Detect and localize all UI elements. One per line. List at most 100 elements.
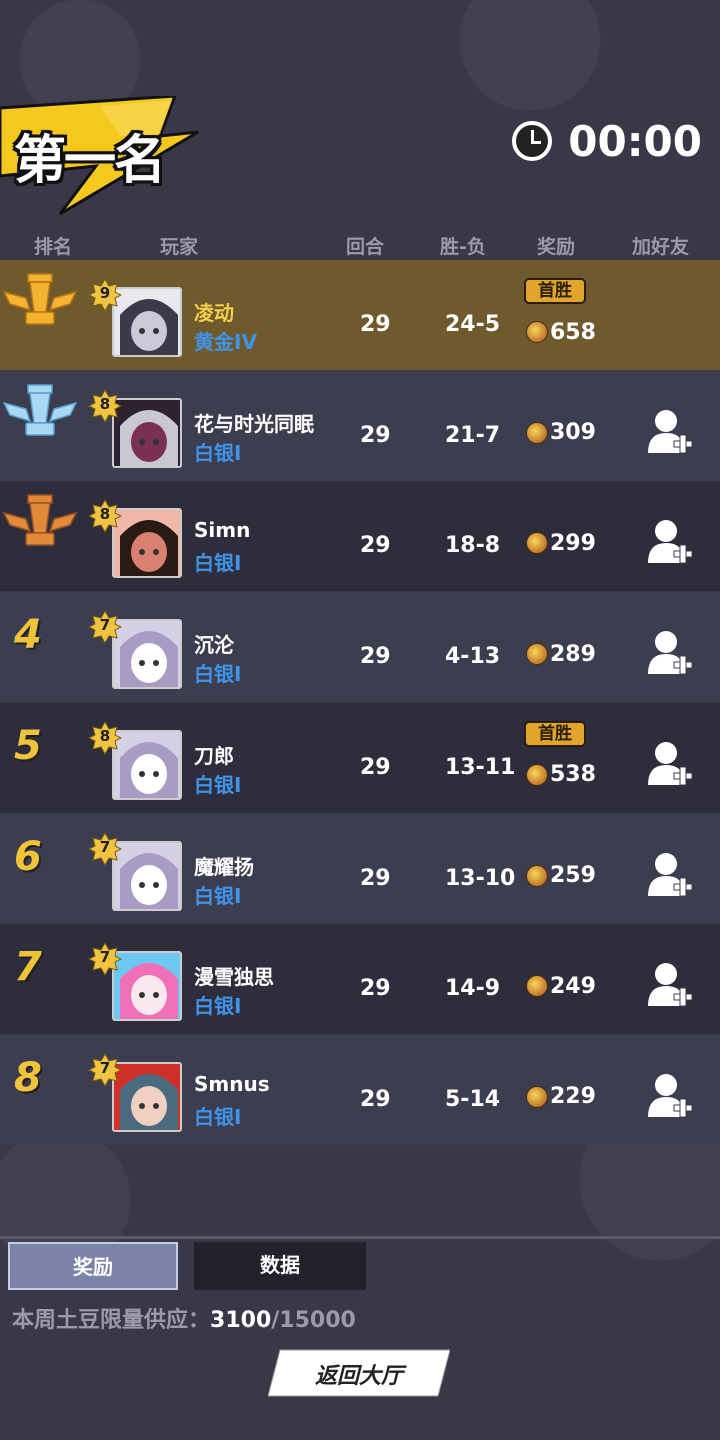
player-name: 沉沦 [194, 633, 234, 658]
ranking-row: 8 Simn 白银I 29 18-8 299 [0, 481, 720, 592]
level-badge: 8 [88, 499, 122, 534]
weekly-supply: 本周土豆限量供应：3100/15000 [12, 1302, 356, 1334]
reward: 289 [526, 639, 596, 669]
add-friend-icon[interactable] [648, 960, 694, 1010]
rounds-value: 29 [360, 533, 391, 559]
timer: 00:00 [512, 116, 702, 166]
supply-current: 3100 [210, 1308, 272, 1333]
supply-total: /15000 [271, 1308, 356, 1333]
potato-coin-icon [526, 532, 548, 555]
header-rank: 排名 [34, 236, 73, 258]
clock-icon [512, 121, 553, 161]
level-number: 7 [99, 948, 111, 967]
level-number: 8 [99, 394, 111, 413]
player-name: 魔耀扬 [194, 854, 254, 879]
level-number: 7 [99, 837, 111, 856]
rank-number: 6 [14, 833, 42, 880]
rank-number: 4 [14, 612, 42, 659]
reward-value: 658 [550, 319, 596, 345]
reward: 299 [526, 528, 596, 558]
level-badge: 7 [88, 942, 122, 977]
add-friend-icon[interactable] [648, 517, 694, 567]
level-badge: 8 [88, 388, 122, 423]
level-badge: 7 [88, 610, 122, 645]
level-badge: 9 [88, 278, 122, 312]
bottom-tabs: 奖励 数据 [0, 1238, 720, 1290]
player-name: Simn [194, 518, 251, 543]
player-tier: 黄金IV [194, 330, 257, 354]
reward-value: 249 [550, 973, 596, 999]
header-add-friend: 加好友 [632, 236, 690, 258]
column-headers: 排名 玩家 回合 胜-负 奖励 加好友 [0, 230, 720, 258]
supply-label: 本周土豆限量供应： [12, 1308, 211, 1333]
back-to-lobby-button[interactable]: 返回大厅 [268, 1348, 450, 1398]
potato-coin-icon [526, 975, 548, 998]
bronze-trophy-icon [0, 489, 80, 553]
add-friend-icon[interactable] [648, 850, 694, 900]
potato-coin-icon [526, 1085, 548, 1108]
level-badge: 8 [88, 720, 122, 755]
rounds-value: 29 [360, 1086, 391, 1112]
reward: 259 [526, 861, 596, 891]
ranking-row: 7 7 漫雪独思 白银I 29 14-9 249 [0, 924, 720, 1035]
player-tier: 白银I [194, 772, 242, 797]
silver-trophy-icon [0, 379, 80, 443]
tab-data[interactable]: 数据 [194, 1242, 366, 1290]
ranking-row: 4 7 沉沦 白银I 29 4-13 289 [0, 592, 720, 703]
potato-coin-icon [526, 763, 548, 786]
gold-trophy-icon [0, 268, 80, 332]
reward-value: 538 [550, 762, 596, 788]
player-tier: 白银I [194, 1104, 242, 1129]
win-loss-value: 5-14 [445, 1086, 501, 1112]
player-avatar[interactable] [112, 840, 182, 911]
level-number: 7 [99, 616, 111, 635]
player-avatar[interactable] [112, 287, 182, 357]
player-tier: 白银I [194, 440, 242, 465]
reward: 249 [526, 971, 596, 1001]
potato-coin-icon [526, 864, 548, 887]
player-avatar[interactable] [112, 729, 182, 800]
rounds-value: 29 [360, 422, 391, 448]
header-win-loss: 胜-负 [440, 236, 486, 258]
add-friend-icon[interactable] [648, 739, 694, 789]
ranking-row: 9 凌动 黄金IV 29 24-5 首胜 658 [0, 260, 720, 370]
potato-coin-icon [526, 421, 548, 444]
reward: 538 [526, 760, 596, 790]
win-loss-value: 24-5 [445, 312, 501, 337]
add-friend-icon[interactable] [648, 628, 694, 678]
player-tier: 白银I [194, 662, 242, 687]
player-avatar[interactable] [112, 397, 182, 468]
player-tier: 白银I [194, 883, 242, 908]
player-name: Smnus [194, 1071, 270, 1096]
back-button-label: 返回大厅 [314, 1364, 403, 1389]
potato-coin-icon [526, 321, 548, 343]
timer-text: 00:00 [568, 116, 702, 166]
reward-value: 289 [550, 641, 596, 667]
reward-value: 299 [550, 530, 596, 556]
level-badge: 7 [88, 831, 122, 866]
player-name: 漫雪独思 [194, 965, 274, 990]
level-number: 9 [99, 284, 111, 302]
tab-reward[interactable]: 奖励 [8, 1242, 178, 1290]
player-avatar[interactable] [112, 1061, 182, 1132]
level-number: 8 [99, 726, 111, 745]
rounds-value: 29 [360, 754, 391, 780]
win-loss-value: 14-9 [445, 976, 501, 1002]
header-player: 玩家 [160, 236, 199, 258]
header-reward: 奖励 [537, 236, 576, 258]
player-tier: 白银I [194, 994, 242, 1019]
player-name: 凌动 [194, 301, 234, 325]
reward: 229 [526, 1082, 596, 1112]
header-rounds: 回合 [346, 236, 385, 258]
add-friend-icon[interactable] [648, 407, 694, 457]
potato-coin-icon [526, 643, 548, 666]
player-avatar[interactable] [112, 508, 182, 579]
player-avatar[interactable] [112, 619, 182, 690]
add-friend-icon[interactable] [648, 1071, 694, 1121]
rounds-value: 29 [360, 312, 391, 337]
reward-value: 309 [550, 420, 596, 446]
first-win-badge: 首胜 [524, 720, 586, 747]
reward-value: 259 [550, 863, 596, 888]
win-loss-value: 4-13 [445, 644, 501, 670]
player-avatar[interactable] [112, 951, 182, 1022]
